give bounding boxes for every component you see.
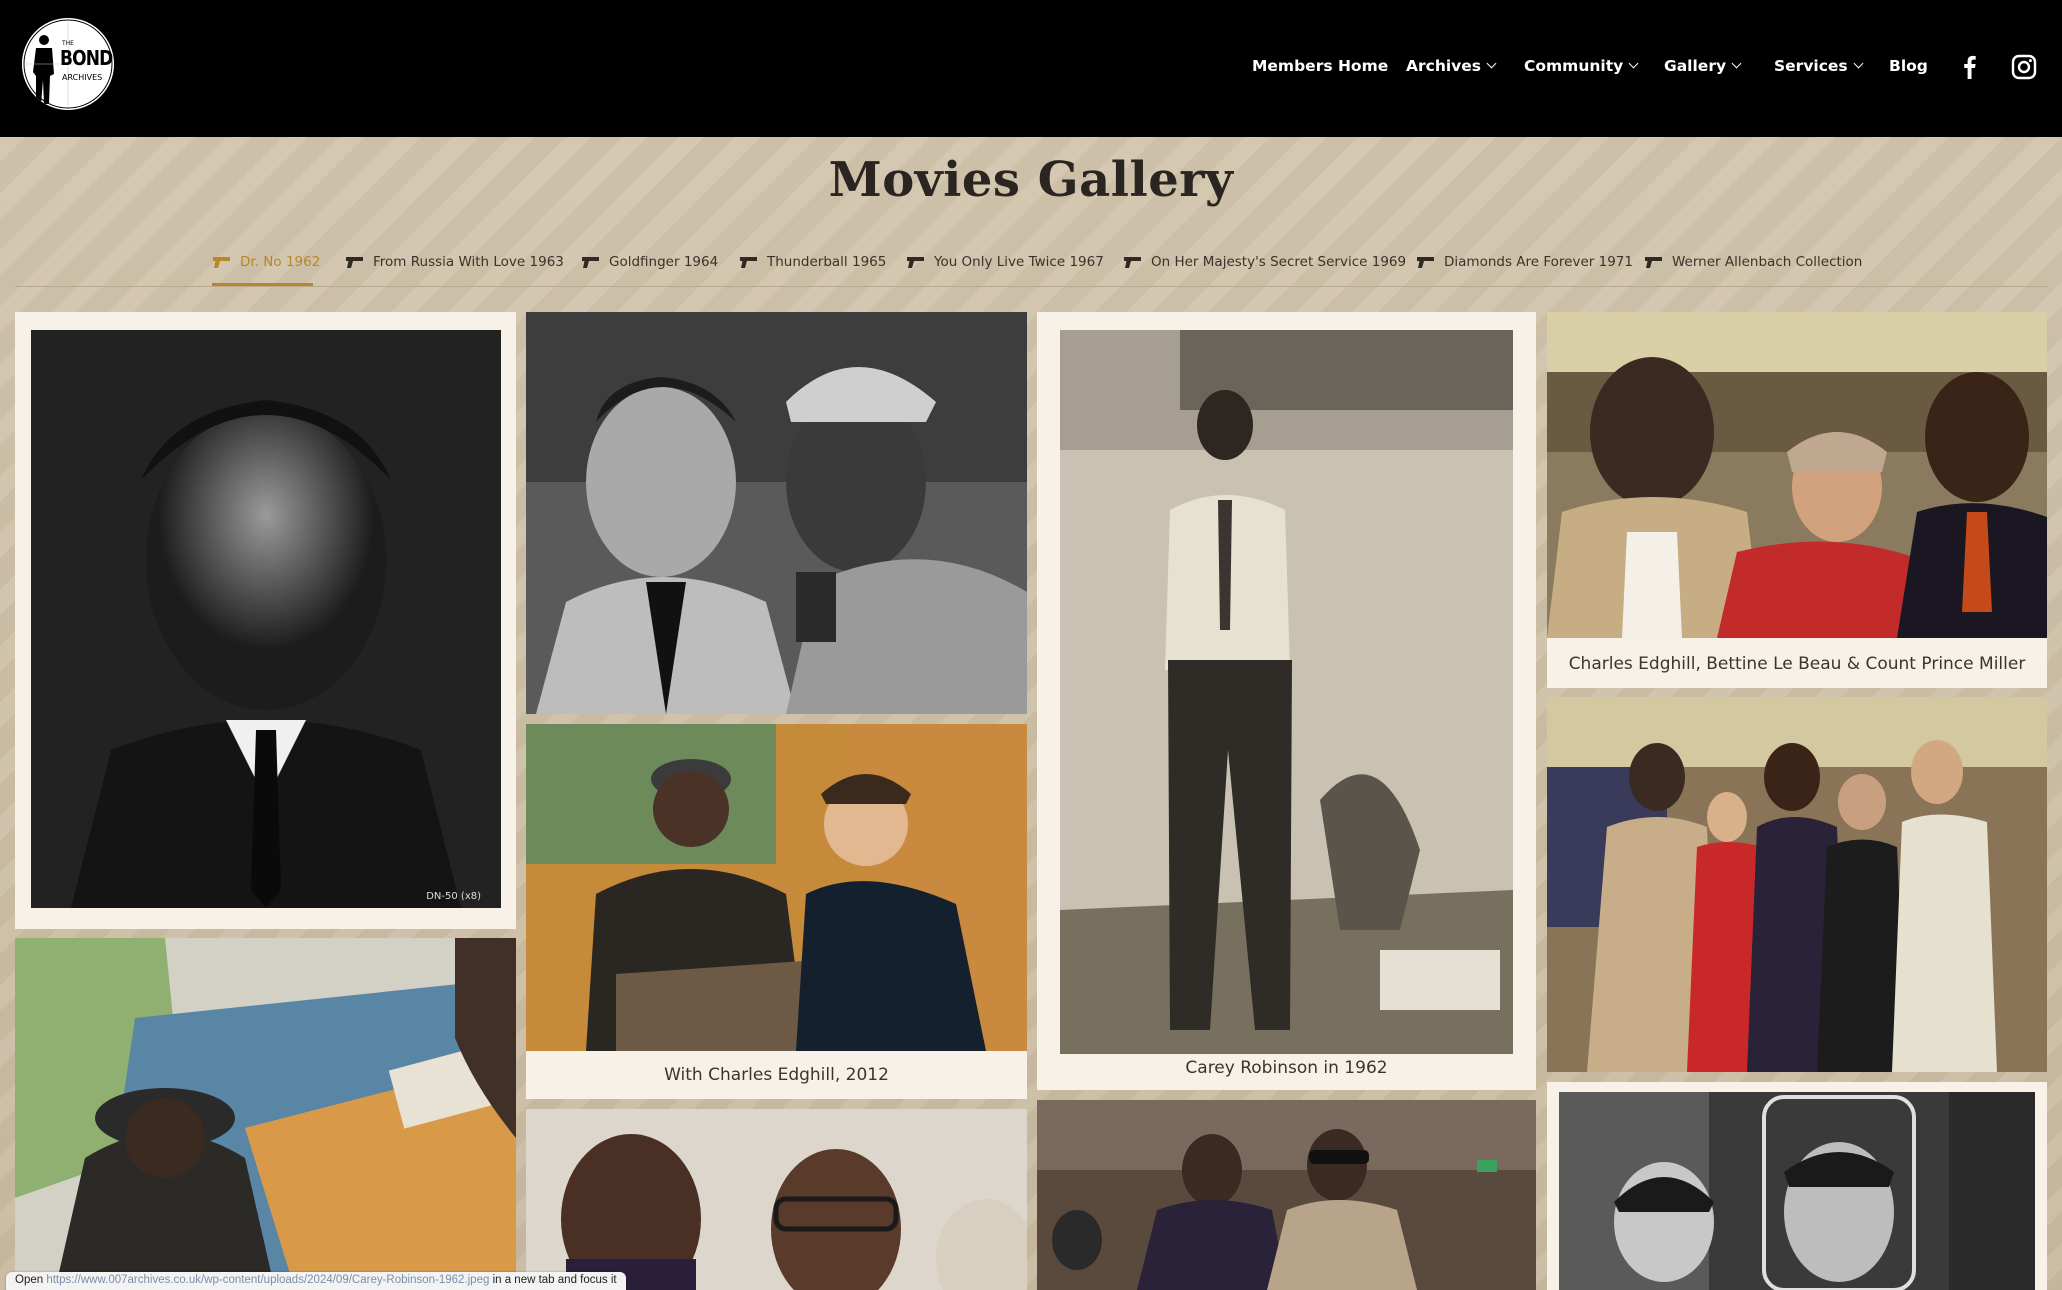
gallery-item[interactable] bbox=[526, 312, 1027, 714]
gallery-item[interactable]: With Charles Edghill, 2012 bbox=[526, 724, 1027, 1099]
gallery-item[interactable] bbox=[1037, 1100, 1536, 1290]
gallery-photo bbox=[1547, 312, 2047, 638]
pistol-icon bbox=[907, 257, 924, 268]
gallery-caption: With Charles Edghill, 2012 bbox=[664, 1065, 889, 1085]
gallery-caption: Carey Robinson in 1962 bbox=[1185, 1058, 1388, 1078]
gallery-photo: DN-50 (x8) bbox=[31, 330, 501, 908]
pistol-icon bbox=[1645, 257, 1662, 268]
gallery-item[interactable]: DN-50 (x8) bbox=[15, 312, 516, 929]
nav-label: Archives bbox=[1406, 57, 1482, 75]
tab-ohmss[interactable]: On Her Majesty's Secret Service 1969 bbox=[1123, 254, 1406, 270]
nav-label: Community bbox=[1524, 57, 1624, 75]
nav-members-home[interactable]: Members Home bbox=[1252, 57, 1388, 75]
browser-status-bar: Open https://www.007archives.co.uk/wp-co… bbox=[6, 1272, 626, 1290]
pistol-icon bbox=[1417, 257, 1434, 268]
chevron-down-icon bbox=[1486, 58, 1497, 69]
nav-label: Blog bbox=[1889, 57, 1928, 75]
status-url: https://www.007archives.co.uk/wp-content… bbox=[46, 1274, 490, 1286]
gallery-item[interactable]: Carey Robinson in 1962 bbox=[1037, 312, 1536, 1090]
tab-you-only-live-twice[interactable]: You Only Live Twice 1967 bbox=[906, 254, 1104, 270]
nav-community[interactable]: Community bbox=[1524, 57, 1639, 75]
nav-services[interactable]: Services bbox=[1774, 57, 1864, 75]
pistol-icon bbox=[582, 257, 599, 268]
gallery-item[interactable] bbox=[15, 938, 516, 1290]
tab-label: Thunderball 1965 bbox=[767, 254, 887, 270]
facebook-icon[interactable] bbox=[1957, 54, 1983, 80]
nav-archives[interactable]: Archives bbox=[1406, 57, 1497, 75]
gallery-photo bbox=[15, 938, 516, 1290]
tab-label: On Her Majesty's Secret Service 1969 bbox=[1151, 254, 1407, 270]
top-navigation-bar: THE BOND ARCHIVES Members Home Archives … bbox=[0, 0, 2062, 137]
tab-werner-allenbach[interactable]: Werner Allenbach Collection bbox=[1644, 254, 1862, 270]
pistol-icon bbox=[1124, 257, 1141, 268]
gallery-item[interactable]: Charles Edghill, Bettine Le Beau & Count… bbox=[1547, 312, 2047, 688]
pistol-icon bbox=[213, 257, 230, 268]
gallery-photo bbox=[526, 312, 1027, 714]
tab-label: Werner Allenbach Collection bbox=[1672, 254, 1863, 270]
tab-label: Diamonds Are Forever 1971 bbox=[1444, 254, 1633, 270]
photo-stamp: DN-50 (x8) bbox=[426, 891, 481, 902]
gallery-photo bbox=[526, 1109, 1027, 1290]
nav-blog[interactable]: Blog bbox=[1889, 57, 1928, 75]
pistol-icon bbox=[740, 257, 757, 268]
gallery-photo bbox=[1037, 1100, 1536, 1290]
instagram-icon[interactable] bbox=[2011, 54, 2037, 80]
gallery-item[interactable] bbox=[1547, 697, 2047, 1072]
gallery-photo bbox=[1559, 1092, 2035, 1290]
nav-label: Services bbox=[1774, 57, 1848, 75]
gallery-item[interactable] bbox=[1547, 1082, 2047, 1290]
nav-label: Gallery bbox=[1664, 57, 1727, 75]
site-logo[interactable]: THE BOND ARCHIVES bbox=[22, 18, 114, 110]
logo-sub-text: ARCHIVES bbox=[62, 73, 103, 82]
status-suffix: in a new tab and focus it bbox=[492, 1274, 617, 1286]
pistol-icon bbox=[346, 257, 363, 268]
page-title: Movies Gallery bbox=[828, 152, 1234, 208]
tab-label: Dr. No 1962 bbox=[240, 254, 321, 270]
tab-dr-no[interactable]: Dr. No 1962 bbox=[212, 254, 320, 270]
tab-label: You Only Live Twice 1967 bbox=[934, 254, 1104, 270]
tab-diamonds-are-forever[interactable]: Diamonds Are Forever 1971 bbox=[1416, 254, 1633, 270]
logo-main-text: BOND bbox=[60, 46, 113, 70]
tabs-divider bbox=[15, 286, 2047, 287]
tab-goldfinger[interactable]: Goldfinger 1964 bbox=[581, 254, 718, 270]
chevron-down-icon bbox=[1628, 58, 1639, 69]
gallery-photo bbox=[1060, 330, 1513, 1054]
chevron-down-icon bbox=[1853, 58, 1864, 69]
status-prefix: Open bbox=[15, 1274, 44, 1286]
nav-label: Members Home bbox=[1252, 57, 1389, 75]
gallery-photo bbox=[526, 724, 1027, 1051]
nav-gallery[interactable]: Gallery bbox=[1664, 57, 1742, 75]
gallery-item[interactable] bbox=[526, 1109, 1027, 1290]
tab-from-russia[interactable]: From Russia With Love 1963 bbox=[345, 254, 564, 270]
tab-thunderball[interactable]: Thunderball 1965 bbox=[739, 254, 886, 270]
chevron-down-icon bbox=[1731, 58, 1742, 69]
gallery-caption: Charles Edghill, Bettine Le Beau & Count… bbox=[1568, 654, 2026, 674]
tab-label: From Russia With Love 1963 bbox=[373, 254, 564, 270]
tab-label: Goldfinger 1964 bbox=[609, 254, 719, 270]
gallery-photo bbox=[1547, 697, 2047, 1072]
